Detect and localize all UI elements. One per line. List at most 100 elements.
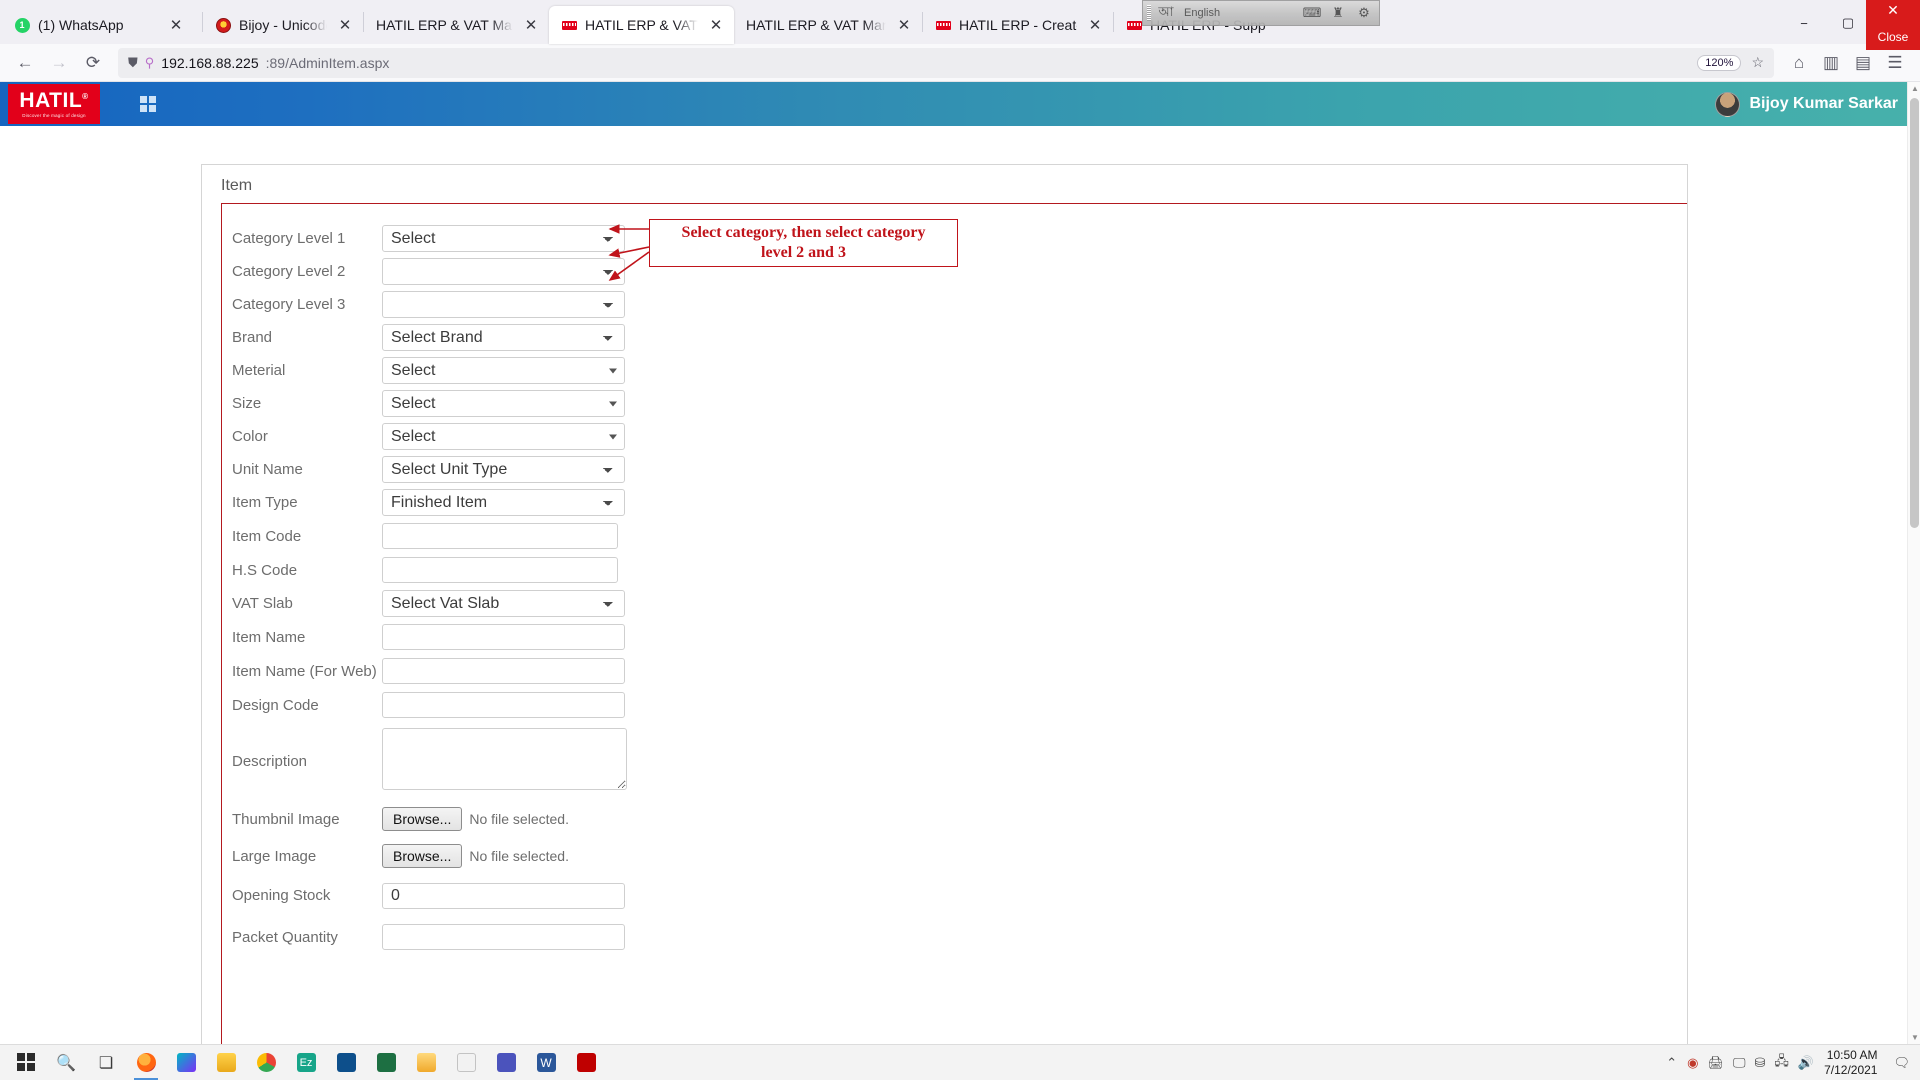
- usb-icon[interactable]: ⛁: [1755, 1055, 1766, 1071]
- vscode-icon[interactable]: [326, 1046, 366, 1080]
- ime-drag-handle[interactable]: [1147, 5, 1151, 21]
- hs-code-input[interactable]: [382, 557, 618, 583]
- star-icon[interactable]: ☆: [1751, 54, 1764, 71]
- thumbnil-browse-button[interactable]: Browse...: [382, 807, 463, 831]
- file-explorer-icon[interactable]: [206, 1046, 246, 1080]
- maximize-button[interactable]: ▢: [1826, 7, 1870, 39]
- annotation-callout: Select category, then select category le…: [649, 219, 958, 267]
- ime-language-bar[interactable]: আ English ⌨ ♜ ⚙: [1142, 0, 1380, 26]
- tracking-protection-icon[interactable]: ⚲: [145, 55, 155, 71]
- field-label: Color: [232, 428, 268, 445]
- vat-slab-select[interactable]: Select Vat Slab: [382, 590, 625, 617]
- bijoy-tray-icon[interactable]: ◉: [1687, 1055, 1698, 1071]
- settings-icon[interactable]: ⚙: [1353, 3, 1375, 23]
- tool-icon[interactable]: ♜: [1327, 3, 1349, 23]
- tab-close-icon[interactable]: ✕: [1085, 15, 1105, 35]
- volume-icon[interactable]: 🔊: [1798, 1055, 1814, 1071]
- brand-select[interactable]: Select Brand: [382, 324, 625, 351]
- snip-sketch-icon[interactable]: [446, 1046, 486, 1080]
- item-name-input[interactable]: [382, 624, 625, 650]
- task-view-icon[interactable]: ❏: [86, 1046, 126, 1080]
- browser-tab-hatil-erp-2[interactable]: HATIL ERP & VAT Management Syst ✕: [734, 6, 922, 44]
- tab-close-icon[interactable]: ✕: [166, 15, 186, 35]
- ez-app-icon[interactable]: Ez: [286, 1046, 326, 1080]
- description-textarea[interactable]: [382, 728, 627, 790]
- tab-close-icon[interactable]: ✕: [335, 15, 355, 35]
- unit-name-select[interactable]: Select Unit Type: [382, 456, 625, 483]
- field-label: Item Name (For Web): [232, 662, 377, 680]
- packet-quantity-input[interactable]: [382, 924, 625, 950]
- reload-button[interactable]: ⟳: [78, 48, 108, 78]
- color-select[interactable]: Select: [382, 423, 625, 450]
- category-level-2-select[interactable]: [382, 258, 625, 285]
- forward-button[interactable]: →: [44, 48, 74, 78]
- save-to-pocket-icon[interactable]: ⌂: [1784, 48, 1814, 78]
- hamburger-menu-icon[interactable]: ☰: [1880, 48, 1910, 78]
- windows-start-icon[interactable]: [6, 1046, 46, 1080]
- url-path: :89/AdminItem.aspx: [265, 54, 390, 71]
- browser-tab-hatil-erp-1[interactable]: HATIL ERP & VAT Management Syst ✕: [364, 6, 549, 44]
- annotation-line-2: level 2 and 3: [761, 244, 846, 261]
- tab-close-icon[interactable]: ✕: [706, 15, 726, 35]
- item-name-web-input[interactable]: [382, 658, 625, 684]
- back-button[interactable]: ←: [10, 48, 40, 78]
- taskbar-clock[interactable]: 10:50 AM 7/12/2021: [1824, 1048, 1883, 1078]
- printer-icon[interactable]: 🖨: [1707, 1055, 1724, 1071]
- ime-mode-icon[interactable]: আ: [1155, 3, 1177, 23]
- tab-close-icon[interactable]: ✕: [521, 15, 541, 35]
- field-row-meterial: Meterial Select: [222, 354, 1687, 387]
- category-level-3-select[interactable]: [382, 291, 625, 318]
- tab-title: HATIL ERP & VAT Management Syst: [376, 17, 513, 33]
- word-icon[interactable]: W: [526, 1046, 566, 1080]
- zoom-level-indicator[interactable]: 120%: [1697, 54, 1742, 71]
- address-bar[interactable]: ⛊ ⚲ 192.168.88.225:89/AdminItem.aspx 120…: [118, 47, 1774, 78]
- chrome-icon[interactable]: [246, 1046, 286, 1080]
- category-level-1-select[interactable]: Select: [382, 225, 625, 252]
- field-label: Item Code: [232, 527, 302, 545]
- action-center-icon[interactable]: 🗨: [1893, 1055, 1910, 1071]
- hatil-logo[interactable]: HATIL® Discover the magic of design: [8, 84, 100, 124]
- folder-icon[interactable]: [406, 1046, 446, 1080]
- field-row-unit-name: Unit Name Select Unit Type: [222, 453, 1687, 486]
- display-icon[interactable]: 🖵: [1733, 1055, 1746, 1071]
- meterial-select[interactable]: Select: [382, 357, 625, 384]
- keyboard-icon[interactable]: ⌨: [1301, 3, 1323, 23]
- page-scrollbar[interactable]: ▲ ▼: [1907, 82, 1920, 1044]
- browser-tab-whatsapp[interactable]: 1 (1) WhatsApp ✕: [2, 6, 202, 44]
- browser-tab-create-cdc-user[interactable]: HATIL ERP - Create CDC User ✕: [923, 6, 1113, 44]
- opening-stock-input[interactable]: [382, 882, 625, 909]
- minimize-button[interactable]: −: [1782, 7, 1826, 39]
- annotation-line-1: Select category, then select category: [681, 224, 926, 241]
- sidebar-icon[interactable]: ▤: [1848, 48, 1878, 78]
- field-label: Thumbnil Image: [232, 810, 340, 828]
- library-icon[interactable]: ▥: [1816, 48, 1846, 78]
- shield-icon[interactable]: ⛊: [128, 55, 138, 71]
- filezilla-icon[interactable]: [566, 1046, 606, 1080]
- bijoy-icon: [215, 17, 231, 33]
- clock-date: 7/12/2021: [1824, 1062, 1878, 1077]
- browser-tab-bijoy[interactable]: Bijoy - Unicode Converter | বিজ ✕: [203, 6, 363, 44]
- large-image-browse-button[interactable]: Browse...: [382, 844, 463, 868]
- user-name: Bijoy Kumar Sarkar: [1749, 95, 1898, 112]
- item-code-input[interactable]: [382, 523, 618, 549]
- hatil-icon: [1126, 17, 1142, 33]
- browser-tab-hatil-erp-active[interactable]: HATIL ERP & VAT Management ✕: [549, 6, 734, 44]
- size-select[interactable]: Select: [382, 390, 625, 417]
- teams-icon[interactable]: [486, 1046, 526, 1080]
- field-row-packet-quantity: Packet Quantity: [222, 916, 1687, 958]
- firefox-icon[interactable]: [126, 1046, 166, 1080]
- scroll-down-arrow[interactable]: ▼: [1911, 1033, 1919, 1042]
- overlay-close-button[interactable]: ✕ Close: [1866, 0, 1920, 50]
- item-type-select[interactable]: Finished Item: [382, 489, 625, 516]
- show-hidden-icons[interactable]: ⌃: [1666, 1055, 1677, 1071]
- scrollbar-thumb[interactable]: [1910, 98, 1919, 528]
- excel-icon[interactable]: [366, 1046, 406, 1080]
- app-grid-icon[interactable]: [128, 82, 168, 126]
- design-code-input[interactable]: [382, 692, 625, 718]
- network-icon[interactable]: 🖧: [1774, 1052, 1789, 1074]
- tab-close-icon[interactable]: ✕: [894, 15, 914, 35]
- user-menu[interactable]: Bijoy Kumar Sarkar: [1715, 91, 1898, 117]
- paint-3d-icon[interactable]: [166, 1046, 206, 1080]
- search-icon[interactable]: 🔍: [46, 1046, 86, 1080]
- scroll-up-arrow[interactable]: ▲: [1911, 84, 1919, 93]
